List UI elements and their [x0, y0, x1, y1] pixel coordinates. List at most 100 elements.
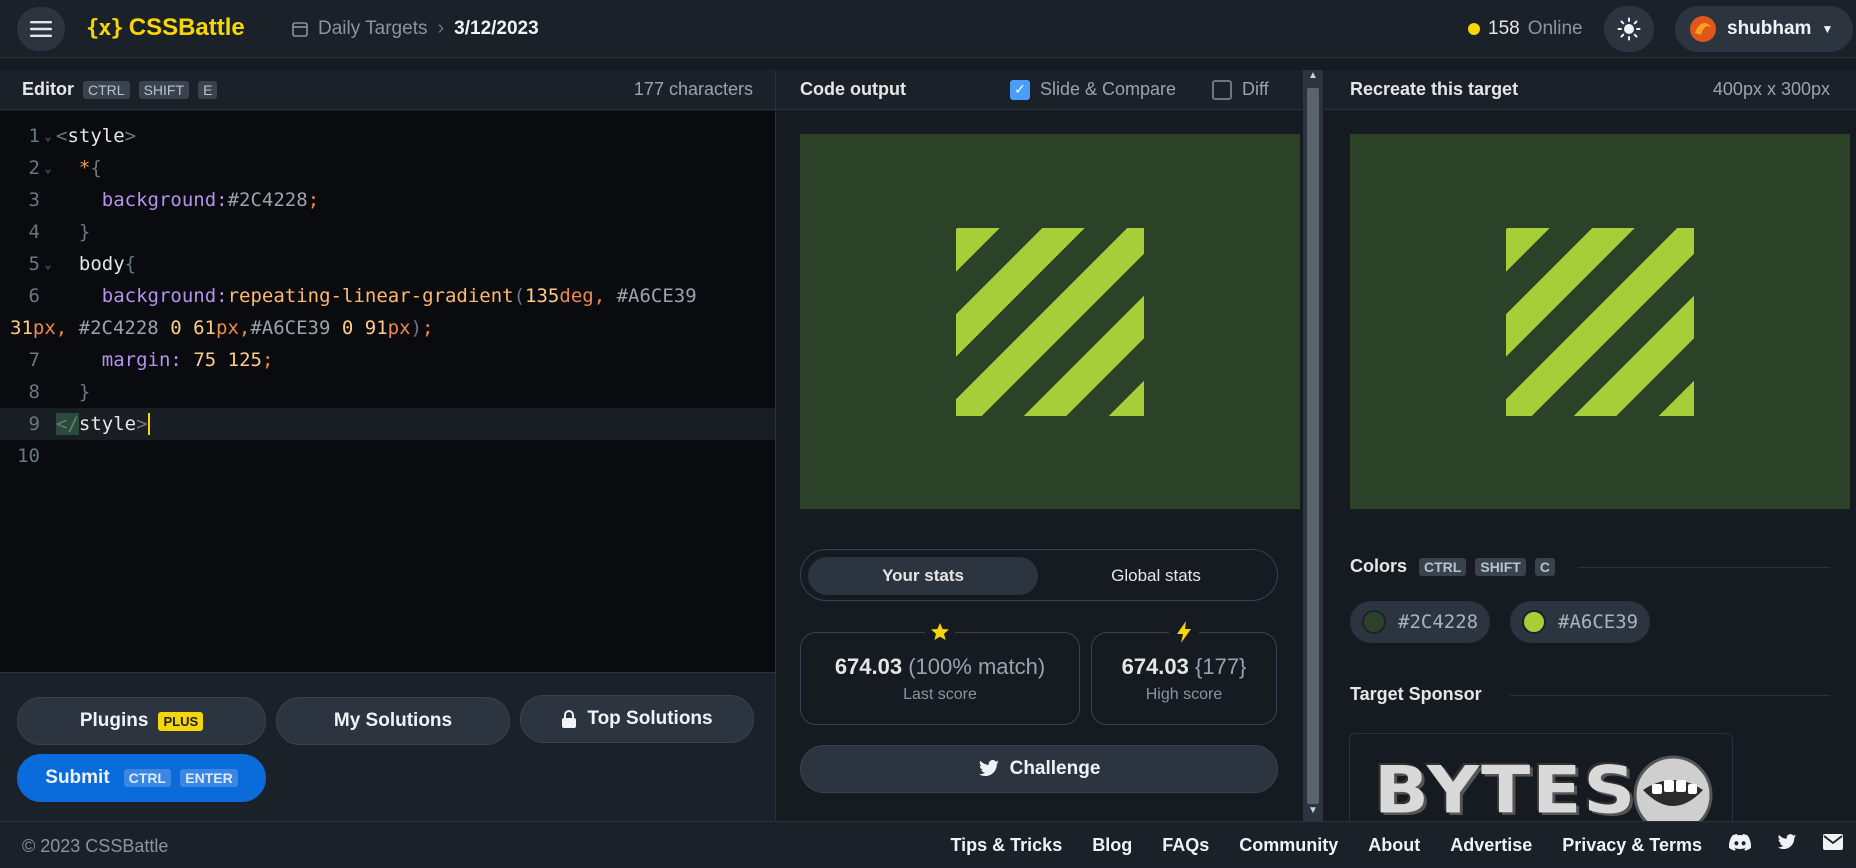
color-chip-dark-green[interactable]: #2C4228 [1350, 601, 1491, 643]
shortcut-key: CTRL [123, 769, 171, 787]
plugins-button[interactable]: Plugins PLUS [17, 697, 266, 745]
challenge-button[interactable]: Challenge [800, 745, 1278, 793]
star-icon [925, 618, 955, 646]
scrollbar-thumb[interactable] [1307, 88, 1319, 804]
color-hex: #A6CE39 [1558, 611, 1639, 633]
footer-link-advertise[interactable]: Advertise [1450, 835, 1532, 856]
line-number: 5 [28, 253, 40, 275]
online-label: Online [1527, 18, 1583, 39]
color-swatch [1362, 610, 1386, 634]
breadcrumb: Daily Targets › 3/12/2023 [292, 17, 539, 40]
top-solutions-label: Top Solutions [587, 708, 713, 729]
check-icon: ✓ [1010, 79, 1030, 100]
footer-link-community[interactable]: Community [1239, 835, 1338, 856]
code-editor[interactable]: 1 ⌄ <style> 2 ⌄ *{ 3 background:#2C4228; 4… [0, 111, 775, 672]
username: shubham [1727, 18, 1812, 39]
line-number: 1 [28, 125, 40, 147]
footer-links: Tips & Tricks Blog FAQs Community About … [950, 835, 1702, 856]
footer-link-faqs[interactable]: FAQs [1162, 835, 1209, 856]
code-line-active: 9 </style> [0, 408, 775, 440]
fold-icon[interactable]: ⌄ [40, 257, 56, 271]
divider-line [1578, 567, 1830, 568]
brand-logo[interactable]: {x} CSSBattle [86, 14, 245, 42]
target-canvas[interactable] [1350, 134, 1850, 509]
sponsor-banner[interactable]: BYTES [1349, 733, 1733, 821]
footer-link-tips[interactable]: Tips & Tricks [950, 835, 1062, 856]
breadcrumb-date: 3/12/2023 [454, 17, 539, 39]
code-line: 4 } [0, 216, 775, 248]
output-title: Code output [800, 79, 906, 99]
theme-toggle-button[interactable] [1604, 6, 1654, 52]
lightning-icon [1169, 618, 1199, 646]
fold-icon[interactable]: ⌄ [40, 129, 56, 143]
plus-badge: PLUS [158, 711, 204, 731]
slide-compare-checkbox[interactable]: ✓ Slide & Compare [1010, 79, 1176, 100]
shortcut-key: SHIFT [1475, 558, 1526, 576]
footer-link-blog[interactable]: Blog [1092, 835, 1132, 856]
high-score-value: 674.03 [1121, 653, 1189, 679]
tab-your-stats[interactable]: Your stats [808, 557, 1038, 595]
shortcut-key: C [1534, 558, 1555, 576]
high-score-label: High score [1145, 685, 1223, 703]
breadcrumb-daily-targets[interactable]: Daily Targets [318, 18, 427, 40]
diff-checkbox[interactable]: Diff [1212, 79, 1269, 100]
color-chip-lime[interactable]: #A6CE39 [1510, 601, 1651, 643]
online-count: 158 [1488, 18, 1520, 39]
line-number: 7 [28, 349, 40, 371]
chevron-right-icon: › [437, 17, 445, 39]
high-score-chars: {177} [1195, 653, 1247, 679]
divider-line [1510, 695, 1830, 696]
tab-global-stats[interactable]: Global stats [1041, 557, 1271, 595]
code-line: 31px, #2C4228 0 61px,#A6CE39 0 91px); [10, 317, 434, 339]
character-count: 177 characters [633, 79, 753, 99]
sponsor-logo-text: BYTES [1374, 752, 1638, 821]
menu-button[interactable] [17, 7, 65, 51]
last-score-match: (100% match) [908, 653, 1046, 679]
shortcut-key: E [198, 81, 218, 99]
sun-icon [1617, 17, 1641, 41]
line-number: 6 [28, 285, 40, 307]
top-header: {x} CSSBattle Daily Targets › 3/12/2023 … [0, 0, 1856, 58]
twitter-icon[interactable] [1777, 834, 1797, 851]
top-solutions-button[interactable]: Top Solutions [520, 695, 754, 743]
lock-icon [562, 710, 577, 728]
my-solutions-label: My Solutions [333, 710, 453, 731]
online-indicator: 158 Online [1468, 18, 1583, 40]
challenge-label: Challenge [1009, 758, 1101, 779]
mouth-icon [1633, 755, 1713, 821]
line-number: 8 [28, 381, 40, 403]
discord-icon[interactable] [1729, 834, 1751, 851]
target-title: Recreate this target [1350, 79, 1519, 99]
output-header: Code output ✓ Slide & Compare Diff [776, 70, 1303, 110]
checkbox-box [1212, 79, 1232, 100]
colors-label: Colors [1350, 556, 1408, 576]
user-menu-button[interactable]: shubham ▼ [1675, 6, 1853, 52]
slide-compare-label: Slide & Compare [1040, 79, 1177, 99]
diff-label: Diff [1242, 79, 1269, 99]
target-header: Recreate this target 400px x 300px [1324, 70, 1856, 110]
footer-link-about[interactable]: About [1368, 835, 1420, 856]
avatar [1690, 16, 1716, 42]
sponsor-label: Target Sponsor [1350, 684, 1482, 704]
target-size: 400px x 300px [1712, 79, 1830, 99]
sponsor-title: Target Sponsor [1350, 684, 1482, 705]
color-hex: #2C4228 [1398, 611, 1479, 633]
scroll-up-icon[interactable]: ▲ [1303, 70, 1323, 86]
vertical-scrollbar[interactable]: ▲ ▼ [1303, 70, 1323, 821]
line-number: 10 [17, 445, 40, 467]
online-dot-icon [1468, 23, 1480, 35]
submit-button[interactable]: Submit CTRL ENTER [17, 754, 266, 802]
code-line: 6 background:repeating-linear-gradient(1… [0, 280, 775, 312]
copyright: © 2023 CSSBattle [22, 836, 169, 856]
footer-link-privacy[interactable]: Privacy & Terms [1562, 835, 1702, 856]
code-line: 10 [0, 440, 775, 472]
editor-header: Editor CTRL SHIFT E 177 characters [0, 70, 775, 110]
scroll-down-icon[interactable]: ▼ [1303, 805, 1323, 821]
line-number: 9 [28, 413, 40, 435]
text-caret [147, 413, 150, 436]
editor-actions: Plugins PLUS My Solutions Top Solutions … [0, 672, 775, 821]
fold-icon[interactable]: ⌄ [40, 161, 56, 175]
code-output-canvas[interactable] [800, 134, 1300, 509]
mail-icon[interactable] [1823, 834, 1843, 850]
my-solutions-button[interactable]: My Solutions [276, 697, 510, 745]
